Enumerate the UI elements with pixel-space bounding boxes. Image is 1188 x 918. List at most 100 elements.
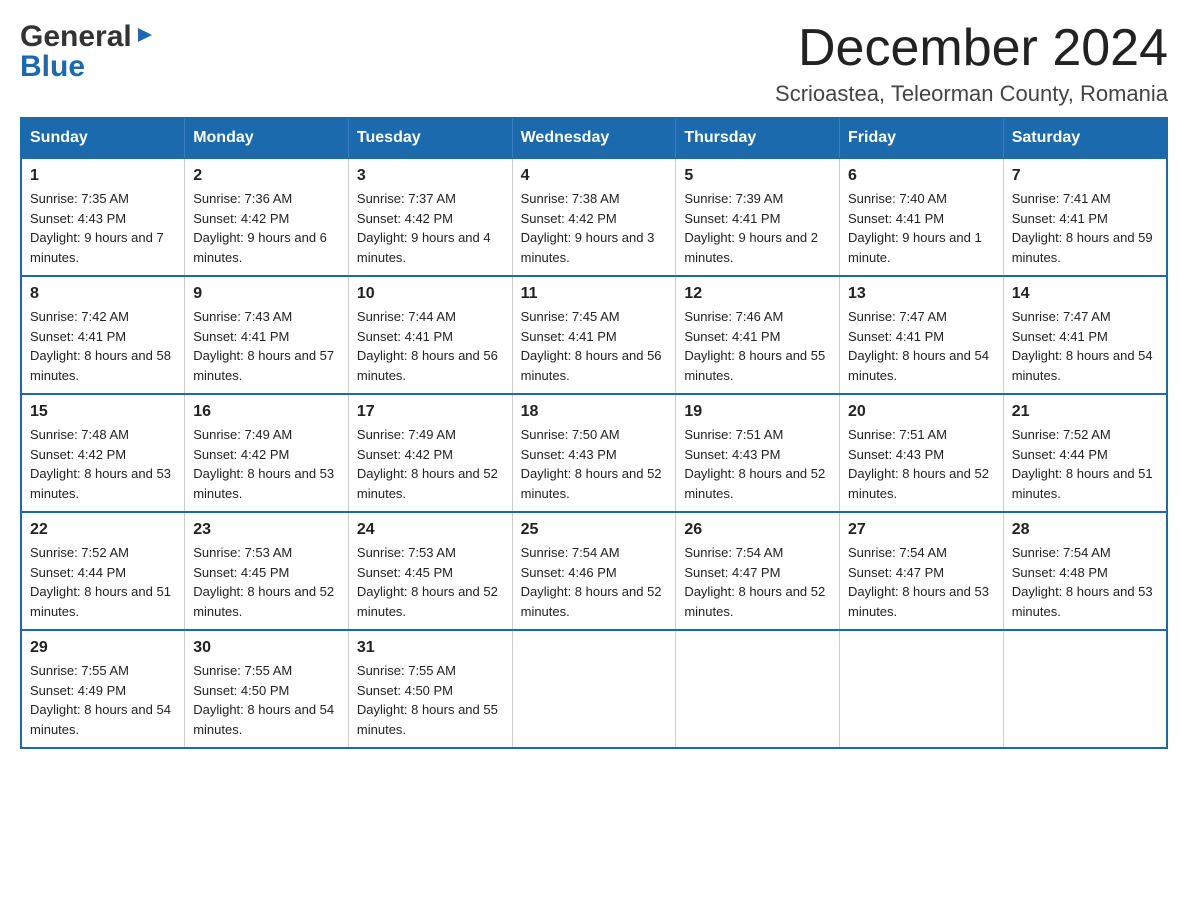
calendar-cell: 24 Sunrise: 7:53 AMSunset: 4:45 PMDaylig… xyxy=(348,512,512,630)
calendar-cell xyxy=(840,630,1004,748)
day-number: 8 xyxy=(30,285,176,303)
day-info: Sunrise: 7:53 AMSunset: 4:45 PMDaylight:… xyxy=(193,545,334,619)
day-of-week-wednesday: Wednesday xyxy=(512,118,676,158)
days-of-week-row: SundayMondayTuesdayWednesdayThursdayFrid… xyxy=(21,118,1167,158)
day-info: Sunrise: 7:51 AMSunset: 4:43 PMDaylight:… xyxy=(684,427,825,501)
calendar-cell: 18 Sunrise: 7:50 AMSunset: 4:43 PMDaylig… xyxy=(512,394,676,512)
day-info: Sunrise: 7:36 AMSunset: 4:42 PMDaylight:… xyxy=(193,191,327,265)
day-info: Sunrise: 7:39 AMSunset: 4:41 PMDaylight:… xyxy=(684,191,818,265)
logo-blue-text: Blue xyxy=(20,50,85,84)
week-row-4: 22 Sunrise: 7:52 AMSunset: 4:44 PMDaylig… xyxy=(21,512,1167,630)
day-info: Sunrise: 7:42 AMSunset: 4:41 PMDaylight:… xyxy=(30,309,171,383)
day-info: Sunrise: 7:55 AMSunset: 4:49 PMDaylight:… xyxy=(30,663,171,737)
calendar-cell: 23 Sunrise: 7:53 AMSunset: 4:45 PMDaylig… xyxy=(185,512,349,630)
calendar-cell: 1 Sunrise: 7:35 AMSunset: 4:43 PMDayligh… xyxy=(21,158,185,276)
day-number: 27 xyxy=(848,521,995,539)
calendar-cell: 21 Sunrise: 7:52 AMSunset: 4:44 PMDaylig… xyxy=(1003,394,1167,512)
day-info: Sunrise: 7:54 AMSunset: 4:47 PMDaylight:… xyxy=(848,545,989,619)
day-info: Sunrise: 7:54 AMSunset: 4:48 PMDaylight:… xyxy=(1012,545,1153,619)
logo-general-text: General xyxy=(20,20,132,54)
calendar-cell: 22 Sunrise: 7:52 AMSunset: 4:44 PMDaylig… xyxy=(21,512,185,630)
day-info: Sunrise: 7:38 AMSunset: 4:42 PMDaylight:… xyxy=(521,191,655,265)
calendar-table: SundayMondayTuesdayWednesdayThursdayFrid… xyxy=(20,117,1168,749)
day-number: 26 xyxy=(684,521,831,539)
calendar-cell: 7 Sunrise: 7:41 AMSunset: 4:41 PMDayligh… xyxy=(1003,158,1167,276)
calendar-cell: 4 Sunrise: 7:38 AMSunset: 4:42 PMDayligh… xyxy=(512,158,676,276)
day-number: 21 xyxy=(1012,403,1158,421)
day-info: Sunrise: 7:43 AMSunset: 4:41 PMDaylight:… xyxy=(193,309,334,383)
day-info: Sunrise: 7:52 AMSunset: 4:44 PMDaylight:… xyxy=(1012,427,1153,501)
calendar-body: 1 Sunrise: 7:35 AMSunset: 4:43 PMDayligh… xyxy=(21,158,1167,748)
day-number: 24 xyxy=(357,521,504,539)
day-number: 15 xyxy=(30,403,176,421)
calendar-cell: 3 Sunrise: 7:37 AMSunset: 4:42 PMDayligh… xyxy=(348,158,512,276)
week-row-3: 15 Sunrise: 7:48 AMSunset: 4:42 PMDaylig… xyxy=(21,394,1167,512)
day-number: 4 xyxy=(521,167,668,185)
calendar-cell: 26 Sunrise: 7:54 AMSunset: 4:47 PMDaylig… xyxy=(676,512,840,630)
day-number: 20 xyxy=(848,403,995,421)
location-subtitle: Scrioastea, Teleorman County, Romania xyxy=(775,81,1168,107)
day-number: 16 xyxy=(193,403,340,421)
header: General Blue December 2024 Scrioastea, T… xyxy=(20,20,1168,107)
day-number: 14 xyxy=(1012,285,1158,303)
calendar-cell: 27 Sunrise: 7:54 AMSunset: 4:47 PMDaylig… xyxy=(840,512,1004,630)
day-info: Sunrise: 7:53 AMSunset: 4:45 PMDaylight:… xyxy=(357,545,498,619)
day-of-week-monday: Monday xyxy=(185,118,349,158)
day-number: 6 xyxy=(848,167,995,185)
day-info: Sunrise: 7:54 AMSunset: 4:46 PMDaylight:… xyxy=(521,545,662,619)
calendar-cell: 2 Sunrise: 7:36 AMSunset: 4:42 PMDayligh… xyxy=(185,158,349,276)
calendar-cell: 25 Sunrise: 7:54 AMSunset: 4:46 PMDaylig… xyxy=(512,512,676,630)
day-info: Sunrise: 7:45 AMSunset: 4:41 PMDaylight:… xyxy=(521,309,662,383)
day-of-week-saturday: Saturday xyxy=(1003,118,1167,158)
calendar-cell: 15 Sunrise: 7:48 AMSunset: 4:42 PMDaylig… xyxy=(21,394,185,512)
day-of-week-friday: Friday xyxy=(840,118,1004,158)
day-number: 25 xyxy=(521,521,668,539)
day-number: 23 xyxy=(193,521,340,539)
day-number: 18 xyxy=(521,403,668,421)
logo: General Blue xyxy=(20,20,156,84)
calendar-cell: 17 Sunrise: 7:49 AMSunset: 4:42 PMDaylig… xyxy=(348,394,512,512)
day-number: 9 xyxy=(193,285,340,303)
day-info: Sunrise: 7:35 AMSunset: 4:43 PMDaylight:… xyxy=(30,191,164,265)
day-info: Sunrise: 7:55 AMSunset: 4:50 PMDaylight:… xyxy=(193,663,334,737)
main-title: December 2024 xyxy=(775,20,1168,77)
day-info: Sunrise: 7:44 AMSunset: 4:41 PMDaylight:… xyxy=(357,309,498,383)
day-of-week-thursday: Thursday xyxy=(676,118,840,158)
calendar-cell: 31 Sunrise: 7:55 AMSunset: 4:50 PMDaylig… xyxy=(348,630,512,748)
day-number: 28 xyxy=(1012,521,1158,539)
day-number: 11 xyxy=(521,285,668,303)
day-of-week-tuesday: Tuesday xyxy=(348,118,512,158)
day-info: Sunrise: 7:46 AMSunset: 4:41 PMDaylight:… xyxy=(684,309,825,383)
day-info: Sunrise: 7:52 AMSunset: 4:44 PMDaylight:… xyxy=(30,545,171,619)
day-number: 31 xyxy=(357,639,504,657)
calendar-cell: 12 Sunrise: 7:46 AMSunset: 4:41 PMDaylig… xyxy=(676,276,840,394)
calendar-cell: 6 Sunrise: 7:40 AMSunset: 4:41 PMDayligh… xyxy=(840,158,1004,276)
day-number: 5 xyxy=(684,167,831,185)
day-info: Sunrise: 7:48 AMSunset: 4:42 PMDaylight:… xyxy=(30,427,171,501)
calendar-cell: 9 Sunrise: 7:43 AMSunset: 4:41 PMDayligh… xyxy=(185,276,349,394)
day-number: 30 xyxy=(193,639,340,657)
day-info: Sunrise: 7:40 AMSunset: 4:41 PMDaylight:… xyxy=(848,191,982,265)
calendar-cell: 16 Sunrise: 7:49 AMSunset: 4:42 PMDaylig… xyxy=(185,394,349,512)
calendar-cell: 13 Sunrise: 7:47 AMSunset: 4:41 PMDaylig… xyxy=(840,276,1004,394)
calendar-cell: 5 Sunrise: 7:39 AMSunset: 4:41 PMDayligh… xyxy=(676,158,840,276)
day-info: Sunrise: 7:55 AMSunset: 4:50 PMDaylight:… xyxy=(357,663,498,737)
day-info: Sunrise: 7:49 AMSunset: 4:42 PMDaylight:… xyxy=(193,427,334,501)
logo-arrow-icon xyxy=(134,24,156,51)
day-number: 2 xyxy=(193,167,340,185)
calendar-cell: 11 Sunrise: 7:45 AMSunset: 4:41 PMDaylig… xyxy=(512,276,676,394)
day-number: 17 xyxy=(357,403,504,421)
week-row-2: 8 Sunrise: 7:42 AMSunset: 4:41 PMDayligh… xyxy=(21,276,1167,394)
day-number: 10 xyxy=(357,285,504,303)
calendar-cell: 30 Sunrise: 7:55 AMSunset: 4:50 PMDaylig… xyxy=(185,630,349,748)
day-number: 7 xyxy=(1012,167,1158,185)
title-area: December 2024 Scrioastea, Teleorman Coun… xyxy=(775,20,1168,107)
calendar-cell: 14 Sunrise: 7:47 AMSunset: 4:41 PMDaylig… xyxy=(1003,276,1167,394)
day-info: Sunrise: 7:47 AMSunset: 4:41 PMDaylight:… xyxy=(848,309,989,383)
day-number: 22 xyxy=(30,521,176,539)
calendar-cell xyxy=(1003,630,1167,748)
day-number: 29 xyxy=(30,639,176,657)
calendar-cell xyxy=(676,630,840,748)
calendar-cell xyxy=(512,630,676,748)
day-info: Sunrise: 7:37 AMSunset: 4:42 PMDaylight:… xyxy=(357,191,491,265)
